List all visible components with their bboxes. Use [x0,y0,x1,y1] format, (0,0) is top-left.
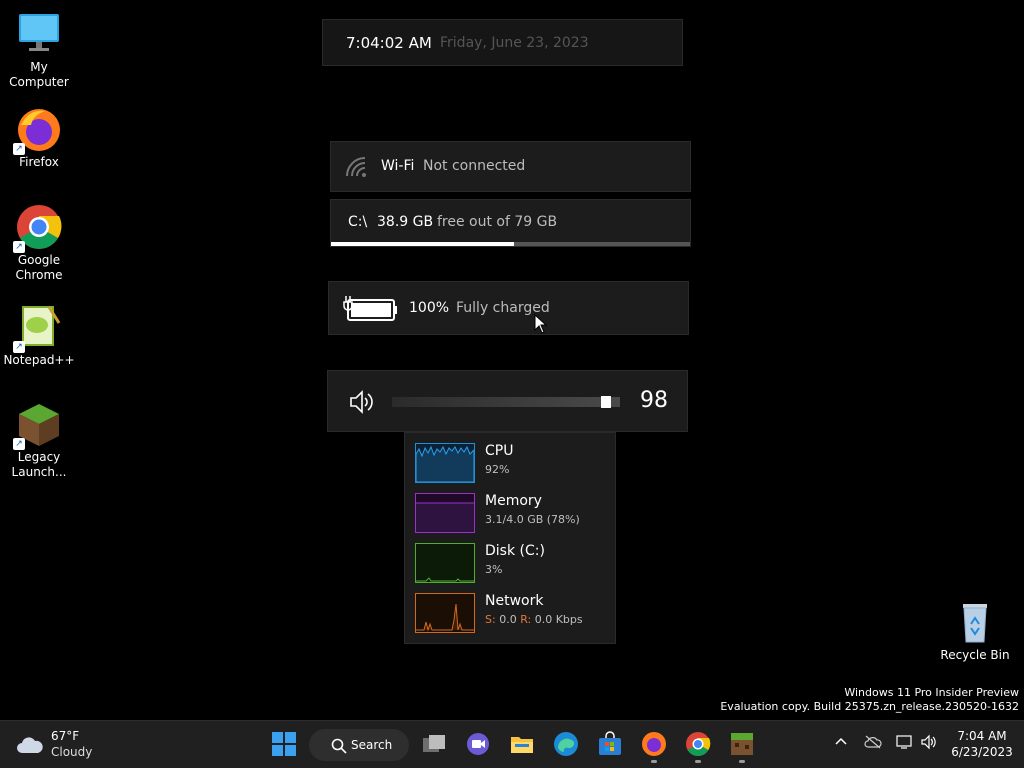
disk-drive-label: C:\ [348,214,368,230]
minecraft-taskbar-icon[interactable] [729,731,755,763]
watermark-line1: Windows 11 Pro Insider Preview [844,686,1019,699]
wifi-widget[interactable]: Wi-Fi Not connected [330,141,691,192]
shortcut-arrow-icon: ↗ [13,241,25,253]
disk-usage-bar-track [331,242,690,246]
firefox-taskbar-icon[interactable] [641,731,667,763]
desktop-icon-firefox[interactable]: ↗ Firefox [0,105,78,170]
cpu-label: CPU [485,443,514,459]
clock-date: Friday, June 23, 2023 [440,35,589,51]
file-explorer-icon[interactable] [509,731,535,757]
search-label: Search [351,738,393,752]
perf-row-memory[interactable]: Memory 3.1/4.0 GB (78%) [415,493,605,535]
network-recv-label: R: [520,613,532,626]
watermark-line2: Evaluation copy. Build 25375.zn_release.… [720,700,1019,713]
wifi-name: Wi-Fi [381,158,415,174]
desktop-icon-label: Firefox [19,155,59,169]
task-view-icon[interactable] [421,731,447,757]
desktop-icon-legacy-launcher[interactable]: ↗ Legacy Launch... [0,400,78,480]
wifi-icon [345,156,367,182]
onedrive-offline-icon[interactable] [864,735,882,752]
tray-date: 6/23/2023 [951,745,1013,759]
disk-value: 3% [485,563,503,576]
disk-widget[interactable]: C:\ 38.9 GB free out of 79 GB [330,199,691,247]
network-graph [415,593,475,633]
memory-label: Memory [485,493,542,509]
clock-widget: 7:04:02 AM Friday, June 23, 2023 [322,19,683,66]
volume-slider-thumb[interactable] [601,396,612,408]
minecraft-block-icon: ↗ [13,400,63,450]
speaker-icon[interactable] [348,389,376,419]
disk-free-value: 38.9 GB [377,214,434,230]
cloud-icon [16,735,44,759]
volume-value: 98 [640,388,668,413]
memory-value: 3.1/4.0 GB (78%) [485,513,580,526]
weather-temp: 67°F [51,729,80,743]
mouse-cursor-icon [534,313,548,338]
wifi-status: Not connected [423,158,526,174]
notepadpp-icon: ↗ [13,303,63,353]
desktop-icon-notepadpp[interactable]: ↗ Notepad++ [0,303,78,368]
battery-charging-icon [342,292,398,328]
windows-watermark: Windows 11 Pro Insider Preview Evaluatio… [720,686,1019,714]
disk-free-suffix: free out of 79 GB [437,214,558,230]
network-send-value: 0.0 [499,613,517,626]
chrome-icon: ↗ [13,203,63,253]
battery-percent: 100% [409,300,450,316]
chrome-taskbar-icon[interactable] [685,731,711,763]
desktop-icon-my-computer[interactable]: My Computer [0,10,78,90]
weather-widget[interactable]: 67°F Cloudy [16,729,106,761]
volume-widget[interactable]: 98 [327,370,688,432]
shortcut-arrow-icon: ↗ [13,143,25,155]
desktop-icon-label: Notepad++ [3,353,75,367]
weather-condition: Cloudy [51,745,93,759]
volume-tray-icon[interactable] [920,734,938,753]
cpu-value: 92% [485,463,510,476]
desktop-icon-label: Legacy Launch... [11,450,67,479]
network-label: Network [485,593,544,609]
desktop-icon-label: Recycle Bin [940,648,1010,662]
search-button[interactable]: Search [309,729,409,761]
performance-panel: CPU 92% Memory 3.1/4.0 GB (78%) Disk (C:… [404,432,616,644]
start-icon[interactable] [271,731,297,757]
shortcut-arrow-icon: ↗ [13,438,25,450]
cpu-graph [415,443,475,483]
network-value: S: 0.0 R: 0.0 Kbps [485,613,583,626]
store-icon[interactable] [597,731,623,757]
running-indicator [695,760,701,763]
tray-time: 7:04 AM [957,729,1007,743]
perf-row-cpu[interactable]: CPU 92% [415,443,605,485]
desktop-icon-label: Google Chrome [15,253,63,282]
desktop-icon-label: My Computer [9,60,69,89]
monitor-icon [15,10,63,58]
running-indicator [651,760,657,763]
disk-label: Disk (C:) [485,543,545,559]
tray-clock[interactable]: 7:04 AM 6/23/2023 [950,728,1014,760]
chevron-up-icon[interactable] [834,735,848,752]
running-indicator [739,760,745,763]
search-icon [331,738,347,758]
shortcut-arrow-icon: ↗ [13,341,25,353]
desktop-icon-chrome[interactable]: ↗ Google Chrome [0,203,78,283]
chat-icon[interactable] [465,731,491,757]
network-recv-value: 0.0 Kbps [534,613,583,626]
firefox-icon: ↗ [13,105,63,155]
battery-widget[interactable]: 100% Fully charged [328,281,689,335]
taskbar: 67°F Cloudy Search 7:04 AM 6/23/2023 [0,720,1024,768]
recycle-bin-icon [951,598,999,646]
perf-row-disk[interactable]: Disk (C:) 3% [415,543,605,585]
network-icon[interactable] [895,734,913,753]
clock-time: 7:04:02 AM [346,34,432,52]
edge-icon[interactable] [553,731,579,757]
perf-row-network[interactable]: Network S: 0.0 R: 0.0 Kbps [415,593,605,635]
network-send-label: S: [485,613,496,626]
memory-graph [415,493,475,533]
disk-usage-bar-fill [331,242,515,246]
volume-slider-track[interactable] [392,396,620,408]
desktop-icon-recycle-bin[interactable]: Recycle Bin [936,598,1014,663]
disk-graph [415,543,475,583]
